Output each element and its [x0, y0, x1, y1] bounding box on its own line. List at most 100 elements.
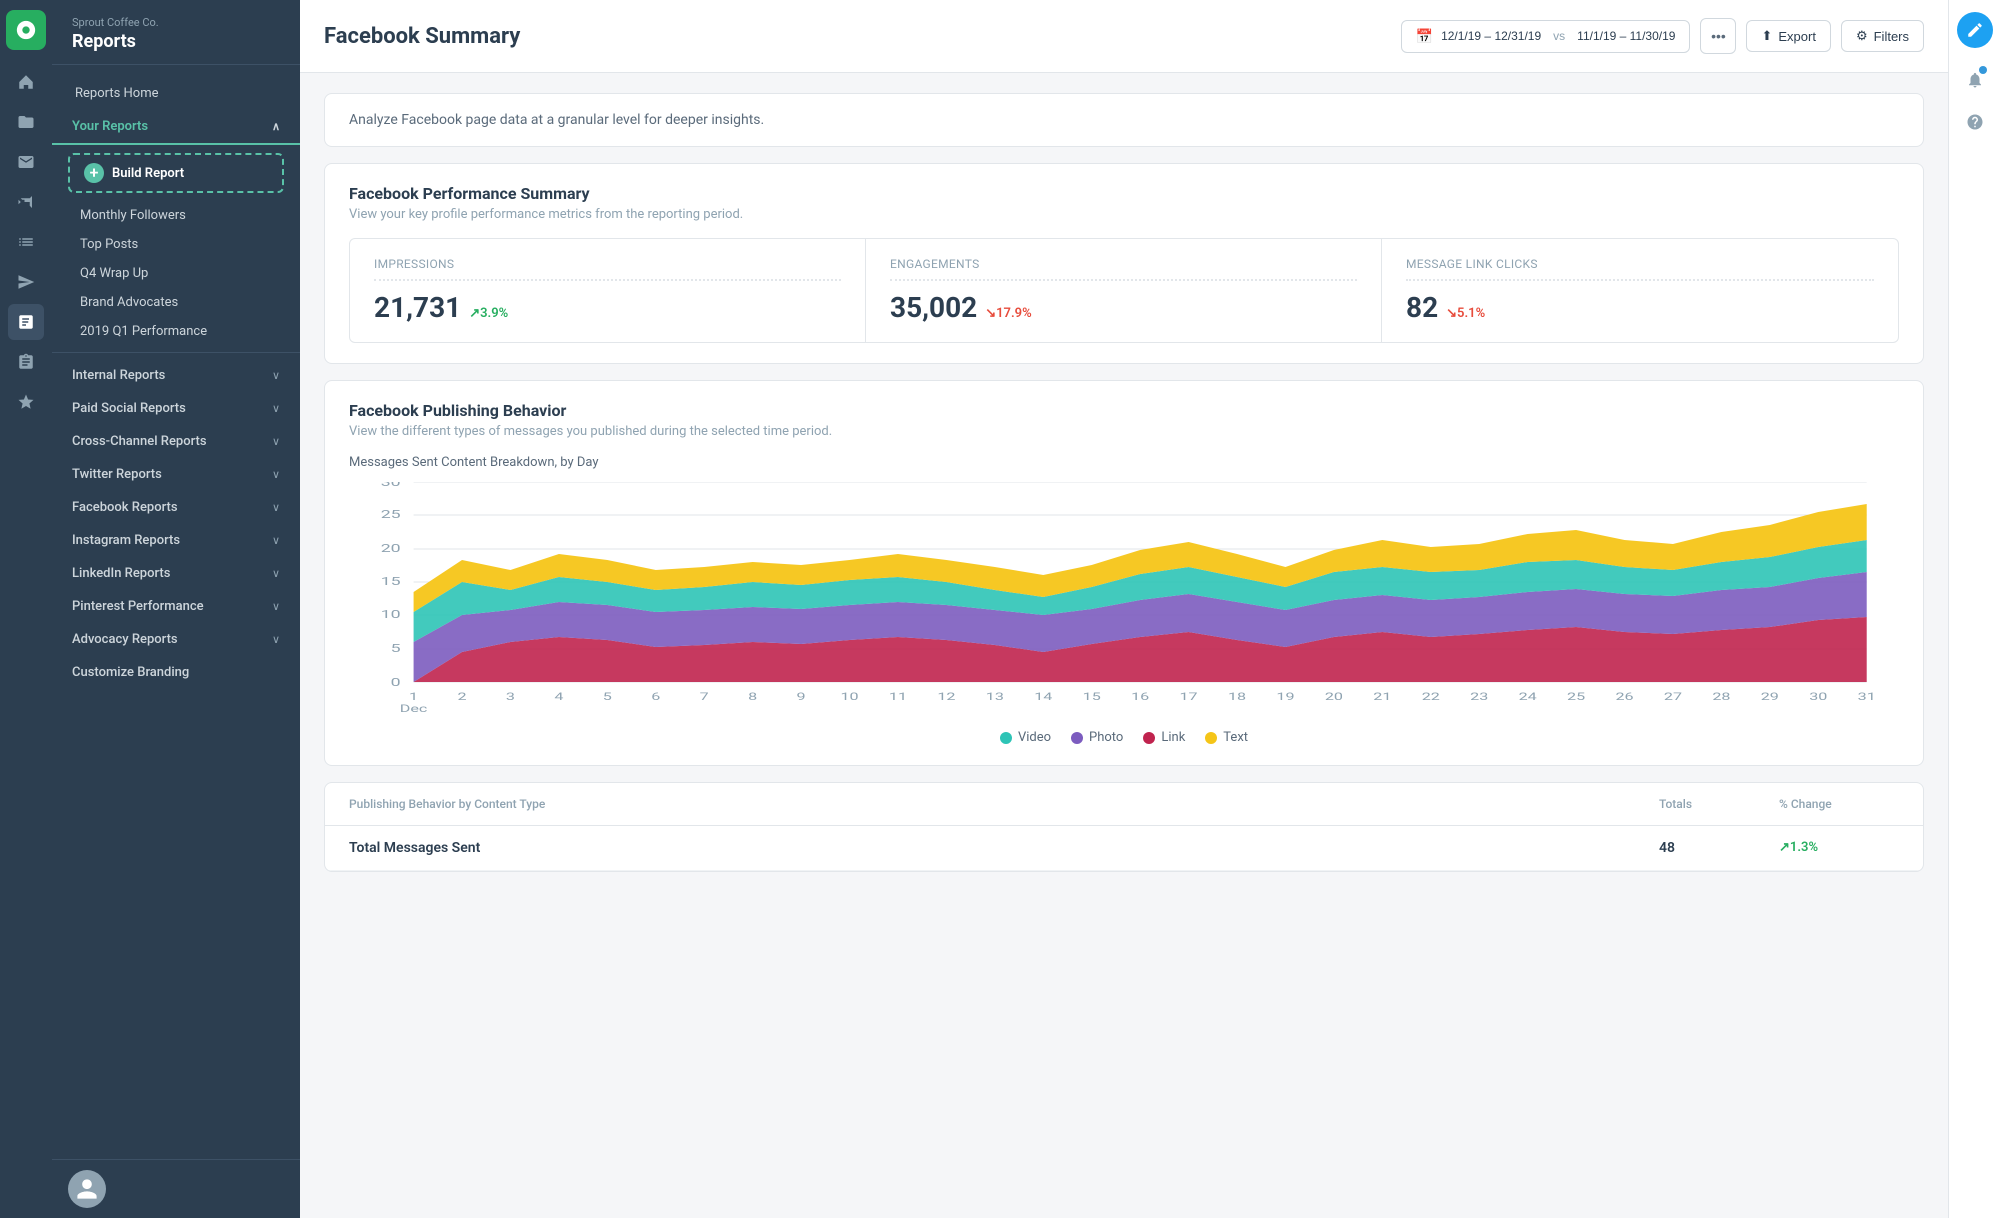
nav-tasks-icon[interactable] — [8, 344, 44, 380]
chart-legend: Video Photo Link Text — [349, 730, 1899, 745]
svg-text:29: 29 — [1761, 692, 1779, 703]
page-title: Facebook Summary — [324, 24, 520, 49]
sidebar-item-monthly-followers[interactable]: Monthly Followers — [52, 201, 300, 230]
content-area: Analyze Facebook page data at a granular… — [300, 73, 1948, 892]
customize-branding-section[interactable]: Customize Branding — [52, 656, 300, 689]
svg-text:12: 12 — [937, 692, 956, 703]
nav-reports-home[interactable]: Reports Home — [52, 77, 300, 110]
svg-text:6: 6 — [651, 692, 660, 703]
metrics-row: Impressions 21,731 3.9% Engagements 35,0… — [349, 238, 1899, 343]
linkedin-reports-section[interactable]: LinkedIn Reports ∨ — [52, 557, 300, 590]
impressions-value: 21,731 3.9% — [374, 291, 841, 324]
date-range-button[interactable]: 📅 12/1/19 – 12/31/19 vs 11/1/19 – 11/30/… — [1401, 20, 1691, 53]
facebook-reports-chevron: ∨ — [272, 501, 280, 514]
filters-button[interactable]: ⚙ Filters — [1841, 20, 1924, 52]
instagram-reports-section[interactable]: Instagram Reports ∨ — [52, 524, 300, 557]
link-clicks-metric: Message Link Clicks 82 5.1% — [1382, 239, 1898, 342]
help-button[interactable] — [1957, 104, 1993, 140]
twitter-reports-section[interactable]: Twitter Reports ∨ — [52, 458, 300, 491]
svg-text:15: 15 — [381, 575, 401, 588]
pinterest-performance-section[interactable]: Pinterest Performance ∨ — [52, 590, 300, 623]
nav-folder-icon[interactable] — [8, 104, 44, 140]
svg-text:5: 5 — [391, 642, 401, 655]
vs-date-value: 11/1/19 – 11/30/19 — [1577, 29, 1675, 43]
impressions-label: Impressions — [374, 257, 841, 281]
pub-behavior-table-row: Total Messages Sent 48 ↗1.3% — [325, 826, 1923, 871]
divider — [52, 352, 300, 353]
nav-star-icon[interactable] — [8, 384, 44, 420]
impressions-change: 3.9% — [469, 306, 508, 321]
svg-text:18: 18 — [1228, 692, 1246, 703]
svg-text:25: 25 — [381, 508, 401, 521]
dots-icon: ••• — [1711, 28, 1726, 44]
svg-text:30: 30 — [381, 482, 401, 489]
sidebar-item-q4-wrap-up[interactable]: Q4 Wrap Up — [52, 259, 300, 288]
date-range-value: 12/1/19 – 12/31/19 — [1441, 29, 1541, 43]
legend-text: Text — [1205, 730, 1248, 745]
your-reports-header[interactable]: Your Reports ∧ — [52, 110, 300, 145]
nav-reports-icon[interactable] — [8, 304, 44, 340]
sidebar-item-2019-q1[interactable]: 2019 Q1 Performance — [52, 317, 300, 346]
svg-text:20: 20 — [1325, 692, 1343, 703]
export-button[interactable]: ⬆ Export — [1746, 20, 1830, 52]
chart-label: Messages Sent Content Breakdown, by Day — [349, 455, 1899, 470]
your-reports-section: Your Reports ∧ + Build Report Monthly Fo… — [52, 110, 300, 346]
svg-text:21: 21 — [1373, 692, 1391, 703]
topbar: Facebook Summary 📅 12/1/19 – 12/31/19 vs… — [300, 0, 1948, 73]
nav-send-icon[interactable] — [8, 264, 44, 300]
svg-text:17: 17 — [1180, 692, 1198, 703]
notification-dot — [1979, 66, 1987, 74]
sidebar-item-brand-advocates[interactable]: Brand Advocates — [52, 288, 300, 317]
svg-text:3: 3 — [506, 692, 515, 703]
svg-text:24: 24 — [1519, 692, 1538, 703]
total-messages-change: ↗1.3% — [1779, 840, 1899, 856]
nav-home-icon[interactable] — [8, 64, 44, 100]
facebook-reports-section[interactable]: Facebook Reports ∨ — [52, 491, 300, 524]
icon-rail — [0, 0, 52, 1218]
nav-inbox-icon[interactable] — [8, 144, 44, 180]
svg-text:8: 8 — [748, 692, 757, 703]
svg-text:28: 28 — [1712, 692, 1730, 703]
svg-text:4: 4 — [554, 692, 564, 703]
build-report-button[interactable]: + Build Report — [68, 153, 284, 193]
your-reports-chevron: ∧ — [272, 120, 280, 133]
sidebar-item-top-posts[interactable]: Top Posts — [52, 230, 300, 259]
paid-social-reports-section[interactable]: Paid Social Reports ∨ — [52, 392, 300, 425]
company-name: Sprout Coffee Co. — [72, 16, 280, 29]
svg-text:0: 0 — [391, 676, 401, 689]
plus-icon: + — [84, 163, 104, 183]
export-icon: ⬆ — [1761, 28, 1772, 44]
engagements-change: 17.9% — [985, 306, 1031, 321]
nav-list-icon[interactable] — [8, 224, 44, 260]
nav-pin-icon[interactable] — [8, 184, 44, 220]
internal-reports-section[interactable]: Internal Reports ∨ — [52, 359, 300, 392]
more-options-button[interactable]: ••• — [1700, 18, 1736, 54]
internal-reports-chevron: ∨ — [272, 369, 280, 382]
svg-text:10: 10 — [840, 692, 858, 703]
linkedin-reports-chevron: ∨ — [272, 567, 280, 580]
publishing-behavior-card: Facebook Publishing Behavior View the di… — [324, 380, 1924, 766]
svg-text:16: 16 — [1131, 692, 1149, 703]
filter-icon: ⚙ — [1856, 28, 1868, 44]
impressions-metric: Impressions 21,731 3.9% — [350, 239, 866, 342]
right-rail — [1948, 0, 2000, 1218]
publishing-subtitle: View the different types of messages you… — [349, 424, 1899, 439]
legend-photo: Photo — [1071, 730, 1123, 745]
compose-button[interactable] — [1957, 12, 1993, 48]
svg-text:27: 27 — [1664, 692, 1682, 703]
area-chart-container: 0 5 10 15 20 25 30 1 — [349, 482, 1899, 722]
svg-text:11: 11 — [889, 692, 907, 703]
svg-text:9: 9 — [797, 692, 806, 703]
topbar-actions: 📅 12/1/19 – 12/31/19 vs 11/1/19 – 11/30/… — [1401, 18, 1924, 54]
performance-title: Facebook Performance Summary — [349, 184, 1899, 203]
cross-channel-reports-section[interactable]: Cross-Channel Reports ∨ — [52, 425, 300, 458]
section-title: Reports — [72, 31, 280, 52]
notifications-button[interactable] — [1957, 62, 1993, 98]
svg-text:5: 5 — [603, 692, 612, 703]
cross-channel-chevron: ∨ — [272, 435, 280, 448]
video-legend-dot — [1000, 732, 1012, 744]
area-chart: 0 5 10 15 20 25 30 1 — [349, 482, 1899, 722]
user-avatar[interactable] — [68, 1170, 106, 1208]
advocacy-reports-chevron: ∨ — [272, 633, 280, 646]
advocacy-reports-section[interactable]: Advocacy Reports ∨ — [52, 623, 300, 656]
